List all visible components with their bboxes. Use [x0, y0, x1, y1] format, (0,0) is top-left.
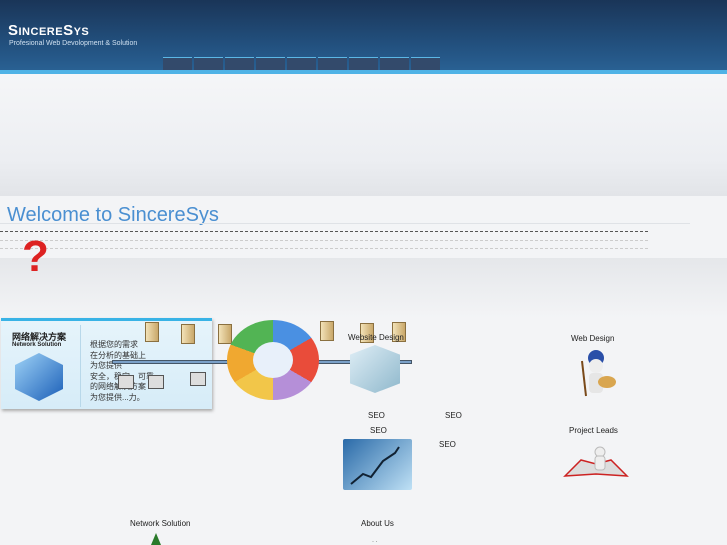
tree-icon [151, 533, 161, 545]
seo-label[interactable]: SEO [445, 411, 462, 420]
server-icon [320, 321, 334, 341]
project-leads-link[interactable]: Project Leads [569, 426, 618, 435]
book-figure-icon [563, 446, 629, 477]
divider [0, 223, 690, 224]
tagline: Profesional Web Devolopment & Solution [9, 40, 138, 47]
server-icon [181, 324, 195, 344]
network-solution-link[interactable]: Network Solution [130, 519, 190, 528]
web-design-link[interactable]: Web Design [571, 334, 614, 343]
divider [0, 248, 648, 249]
server-icon [218, 324, 232, 344]
divider [0, 240, 648, 241]
logo[interactable]: SincereSys [8, 22, 89, 39]
header: SincereSys Profesional Web Devolopment &… [0, 0, 727, 74]
seo-label[interactable]: SEO [370, 426, 387, 435]
computer-icon [148, 375, 164, 389]
printer-icon [190, 372, 206, 386]
divider [0, 231, 648, 232]
divider [80, 325, 81, 407]
desc-line: 为您提供...力。 [90, 392, 145, 402]
about-us-dots: · · [372, 539, 378, 545]
painter-icon [581, 350, 616, 397]
seo-chart-image[interactable] [343, 439, 412, 490]
services-wheel-icon [227, 320, 319, 400]
about-us-link[interactable]: About Us [361, 519, 394, 528]
banner-description: 根据您的需求 在分析的基础上 为您提供 安全，稳定，可靠 的网络解决方案 为您提… [90, 340, 154, 403]
flash-banner-area [0, 74, 727, 196]
cube-icon [15, 353, 63, 401]
content-band [0, 258, 727, 318]
question-mark-icon: ? [22, 232, 49, 281]
server-icon [145, 322, 159, 342]
computer-icon [118, 375, 134, 389]
seo-label[interactable]: SEO [439, 440, 456, 449]
banner-title-en: Network Solution [12, 342, 62, 348]
website-design-link[interactable]: Website Design [348, 333, 404, 342]
cube-stack-icon [350, 345, 400, 393]
seo-label[interactable]: SEO [368, 411, 385, 420]
